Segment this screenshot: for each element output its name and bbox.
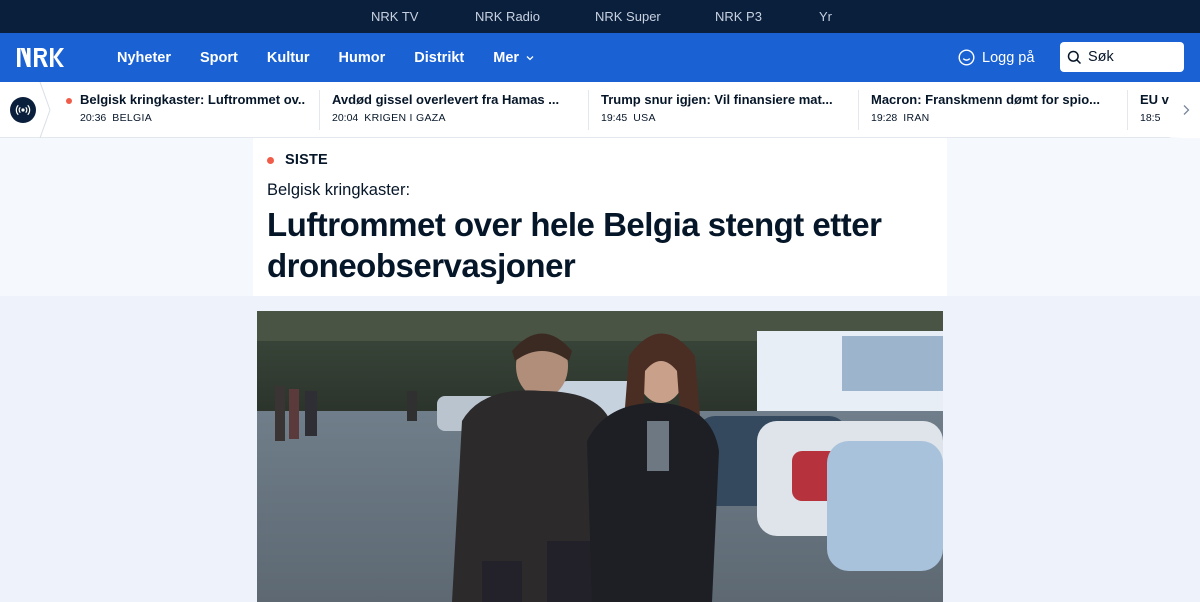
service-link-yr[interactable]: Yr bbox=[819, 9, 859, 24]
service-link-nrk-p3[interactable]: NRK P3 bbox=[715, 9, 819, 24]
ticker-item[interactable]: Trump snur igjen: Vil finansiere mat... … bbox=[601, 92, 837, 128]
nav-link-nyheter[interactable]: Nyheter bbox=[117, 50, 171, 66]
nav-link-sport[interactable]: Sport bbox=[200, 50, 238, 66]
article-kicker: Belgisk kringkaster: bbox=[267, 181, 411, 199]
service-link-nrk-tv[interactable]: NRK TV bbox=[371, 9, 475, 24]
live-button[interactable] bbox=[10, 97, 36, 123]
article-headline[interactable]: Luftrommet over hele Belgia stengt etter… bbox=[267, 204, 937, 286]
ticker-item[interactable]: Macron: Franskmenn dømt for spio... 19:2… bbox=[871, 92, 1107, 128]
nav-link-humor[interactable]: Humor bbox=[339, 50, 386, 66]
main-navigation: Nyheter Sport Kultur Humor Distrikt Mer … bbox=[0, 33, 1200, 82]
search-button[interactable]: Søk bbox=[1060, 42, 1184, 72]
chevron-right-icon bbox=[1183, 105, 1190, 115]
nav-link-kultur[interactable]: Kultur bbox=[267, 50, 310, 66]
live-dot bbox=[66, 98, 72, 104]
broadcast-icon bbox=[15, 104, 31, 116]
primary-nav: Nyheter Sport Kultur Humor Distrikt Mer bbox=[117, 33, 564, 82]
nav-link-distrikt[interactable]: Distrikt bbox=[414, 50, 464, 66]
headline-card[interactable]: SISTE Belgisk kringkaster: Luftrommet ov… bbox=[253, 138, 947, 296]
login-button[interactable]: Logg på bbox=[958, 33, 1034, 82]
ticker-divider-arrow bbox=[39, 82, 51, 138]
chevron-down-icon bbox=[526, 55, 534, 60]
live-dot bbox=[267, 156, 274, 164]
ticker-next-button[interactable] bbox=[1170, 82, 1200, 138]
ticker-item[interactable]: Belgisk kringkaster: Luftrommet ov... 20… bbox=[80, 92, 306, 128]
search-icon bbox=[1067, 50, 1082, 64]
siste-label: SISTE bbox=[267, 152, 328, 168]
nav-link-mer[interactable]: Mer bbox=[493, 50, 535, 66]
service-link-nrk-super[interactable]: NRK Super bbox=[595, 9, 715, 24]
nrk-logo[interactable] bbox=[17, 48, 64, 67]
service-link-nrk-radio[interactable]: NRK Radio bbox=[475, 9, 595, 24]
user-smile-icon bbox=[958, 49, 975, 66]
ticker-item[interactable]: Avdød gissel overlevert fra Hamas ... 20… bbox=[332, 92, 562, 128]
news-ticker: Belgisk kringkaster: Luftrommet ov... 20… bbox=[0, 82, 1200, 138]
article-photo bbox=[257, 311, 943, 602]
nrk-logo-icon bbox=[17, 48, 64, 67]
article-image[interactable] bbox=[257, 311, 943, 602]
services-bar: NRK TV NRK Radio NRK Super NRK P3 Yr bbox=[0, 0, 1200, 33]
